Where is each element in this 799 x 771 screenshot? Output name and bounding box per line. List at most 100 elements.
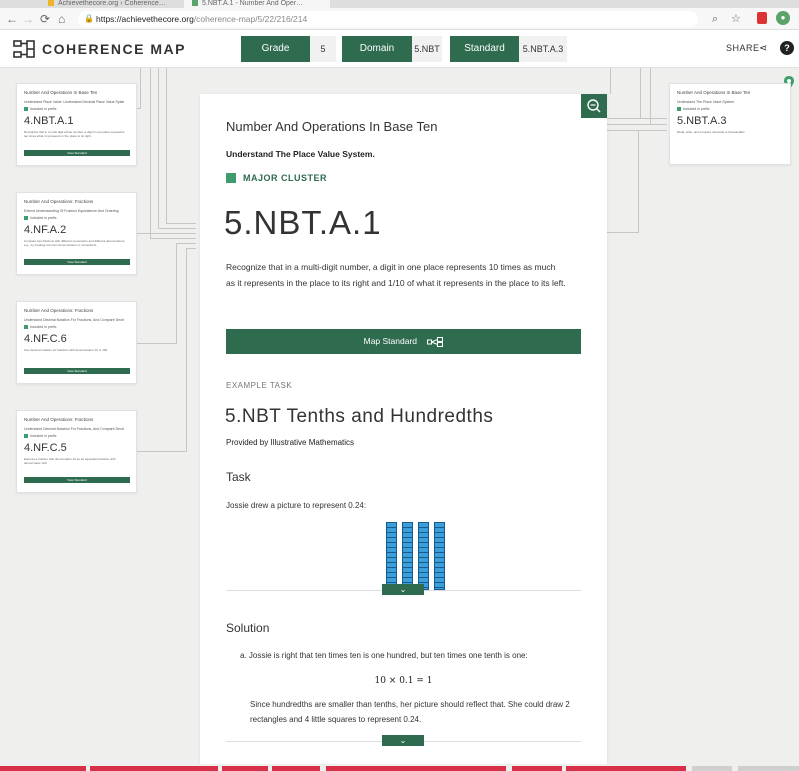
share-icon[interactable]: ⋖ [759,43,767,54]
card-tag: Included in prefix [677,107,709,112]
map-standard-label: Map Standard [363,336,418,346]
star-icon[interactable]: ☆ [731,12,741,26]
task-heading: Task [226,470,251,484]
home-icon[interactable]: ⌂ [58,11,65,27]
lock-icon: 🔒 [84,14,94,23]
card-domain: Number And Operations: Fractions [24,308,94,313]
connector-line [140,68,141,108]
help-button[interactable]: ? [780,41,794,55]
card-tag-label: Included in prefix [30,216,57,220]
card-4nbt-a1[interactable]: Number And Operations In Base Ten Unders… [16,83,137,166]
connector-line [186,248,187,451]
solution-heading: Solution [226,621,270,635]
taskbar-item[interactable] [512,766,562,771]
card-desc: Express a fraction with denominator 10 a… [24,457,116,465]
card-tag: Included in prefix [24,107,57,112]
card-desc: Use decimal notation for fractions with … [24,348,109,352]
standard-value[interactable]: 5.NBT.A.3 [519,36,567,62]
taskbar-item[interactable] [326,766,506,771]
domain-title: Number And Operations In Base Ten [226,119,438,134]
tenths-bars-figure [386,522,448,590]
zoom-button[interactable] [581,94,607,118]
tab-label: Achievethecore.org › Coherence… [58,0,166,7]
connector-line [158,228,196,229]
card-4nf-a2[interactable]: Number And Operations: Fractions Extend … [16,192,137,275]
card-4nf-c5[interactable]: Number And Operations: Fractions Underst… [16,410,137,493]
connector-line [607,232,639,233]
domain-value[interactable]: 5.NBT [412,36,442,62]
tab-label: 5.NBT.A.1 - Number And Oper… [202,0,304,7]
tenth-bar [386,522,397,590]
tag-square-icon [677,107,681,112]
reload-icon[interactable]: ⟳ [40,11,50,27]
url-input[interactable]: 🔒 https://achievethecore.org/coherence-m… [78,11,698,27]
card-domain: Number And Operations: Fractions [24,199,94,204]
forward-icon[interactable]: → [22,11,34,27]
card-cluster: Understand Decimal Notation For Fraction… [24,427,124,431]
view-standard-button[interactable]: View Standard [24,150,130,156]
tenth-bar [402,522,413,590]
url-path: /coherence-map/5/22/216/214 [193,14,308,24]
view-standard-button[interactable]: View Standard [24,368,130,374]
app-title[interactable]: COHERENCE MAP [42,41,186,57]
task-text: Jossie drew a picture to represent 0.24: [226,501,367,510]
back-icon[interactable]: ← [6,11,18,27]
connector-line [176,243,177,343]
card-4nf-c6[interactable]: Number And Operations: Fractions Underst… [16,301,137,384]
standard-code: 5.NBT.A.1 [224,204,382,241]
taskbar-item[interactable] [272,766,320,771]
browser-tab-1[interactable]: Achievethecore.org › Coherence… [40,0,180,8]
card-desc: Recognize that in a multi-digit whole nu… [24,130,125,138]
connector-line [137,343,177,344]
grade-value[interactable]: 5 [310,36,336,62]
solution-equation: 10 × 0.1 = 1 [374,676,433,686]
browser-address-bar: ← → ⟳ ⌂ 🔒 https://achievethecore.org/coh… [0,8,799,30]
taskbar-item[interactable] [738,766,799,771]
card-cluster: Extend Understanding Of Fraction Equival… [24,209,119,213]
connector-line [166,68,167,223]
standard-selector[interactable]: Standard [450,36,519,62]
connector-line [638,130,639,232]
connector-line [607,118,667,119]
card-domain: Number And Operations In Base Ten [677,90,751,95]
card-5nbt-a3[interactable]: Number And Operations In Base Ten Unders… [669,83,791,165]
view-standard-button[interactable]: View Standard [24,477,130,483]
expand-task-button[interactable]: ⌄ [382,584,424,595]
share-button[interactable]: SHARE [726,43,760,53]
example-task-label: EXAMPLE TASK [226,381,293,390]
tag-square-icon [24,107,28,112]
taskbar-item[interactable] [90,766,218,771]
url-host: https://achievethecore.org [96,14,194,24]
connector-line [158,68,159,228]
card-code: 4.NF.C.6 [24,333,67,345]
browser-tab-2[interactable]: 5.NBT.A.1 - Number And Oper… [184,0,330,8]
map-standard-button[interactable]: Map Standard [226,329,581,354]
card-cluster: Understand Decimal Notation For Fraction… [24,318,124,322]
connector-line [640,68,641,118]
profile-icon[interactable]: ● [776,11,790,25]
zoom-icon[interactable]: ⌕ [712,12,718,26]
tenth-bar [418,522,429,590]
connector-line [150,68,151,238]
card-domain: Number And Operations In Base Ten [24,90,98,95]
domain-selector[interactable]: Domain [342,36,412,62]
card-tag: Included in prefix [24,434,56,439]
taskbar-item[interactable] [222,766,268,771]
card-domain: Number And Operations: Fractions [24,417,94,422]
taskbar-item[interactable] [566,766,686,771]
app-header: COHERENCE MAP Grade 5 Domain 5.NBT Stand… [0,30,799,68]
grade-selector[interactable]: Grade [241,36,310,62]
connector-line [137,108,141,109]
view-standard-button[interactable]: View Standard [24,259,130,265]
extension-icon[interactable] [757,12,767,24]
provided-by: Provided by Illustrative Mathematics [226,438,355,447]
taskbar-item[interactable] [692,766,732,771]
card-tag-label: Included in prefix [30,107,57,111]
connector-line [166,223,196,224]
cluster-title: Understand The Place Value System. [226,149,375,159]
tag-square-icon [24,325,28,330]
standard-description: Recognize that in a multi-digit number, … [226,262,566,288]
taskbar-item[interactable] [0,766,86,771]
tag-square-icon [24,434,28,439]
expand-solution-button[interactable]: ⌄ [382,735,424,746]
